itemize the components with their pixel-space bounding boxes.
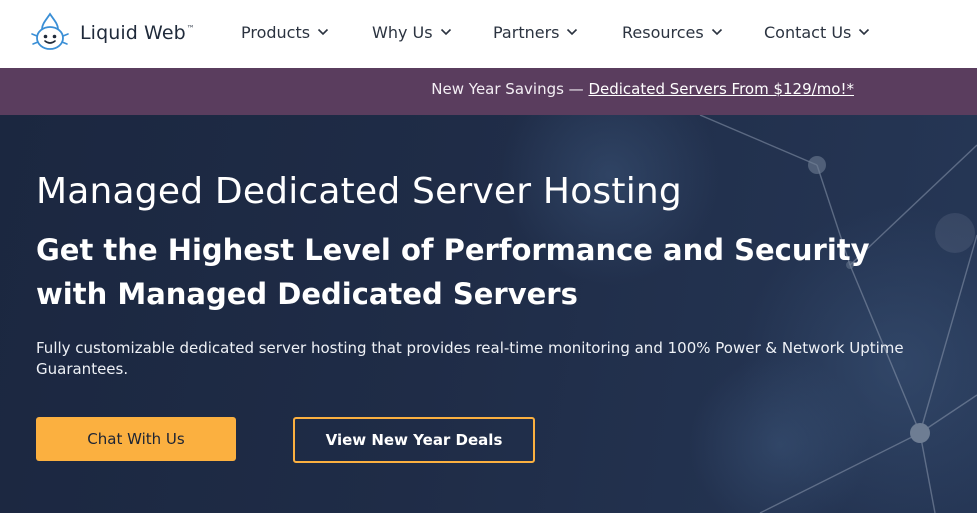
promo-link[interactable]: Dedicated Servers From $129/mo!* <box>588 80 854 98</box>
nav-item-contact-us[interactable]: Contact Us <box>764 21 870 43</box>
site-header: Liquid Web™ Products Why Us Partners Res… <box>0 0 977 68</box>
chevron-down-icon <box>440 28 451 36</box>
hero-description: Fully customizable dedicated server host… <box>36 339 904 378</box>
nav-item-label: Contact Us <box>764 22 852 42</box>
chat-with-us-button[interactable]: Chat With Us <box>36 417 236 461</box>
nav-item-label: Why Us <box>372 22 433 42</box>
nav-item-label: Resources <box>622 22 704 42</box>
main-nav: Products Why Us Partners Resources Conta… <box>0 0 977 68</box>
nav-item-resources[interactable]: Resources <box>622 21 723 43</box>
page: Liquid Web™ Products Why Us Partners Res… <box>0 0 977 513</box>
view-new-year-deals-button[interactable]: View New Year Deals <box>293 417 535 463</box>
promo-prefix: New Year Savings — <box>431 80 589 98</box>
hero-section: Managed Dedicated Server Hosting Get the… <box>0 115 977 513</box>
chevron-down-icon <box>318 28 329 36</box>
promo-bar: New Year Savings — Dedicated Servers Fro… <box>0 68 977 115</box>
nav-item-products[interactable]: Products <box>241 21 329 43</box>
nav-item-label: Products <box>241 22 311 42</box>
nav-item-partners[interactable]: Partners <box>493 21 578 43</box>
hero-title: Managed Dedicated Server Hosting <box>36 171 682 212</box>
nav-item-why-us[interactable]: Why Us <box>372 21 452 43</box>
chevron-down-icon <box>567 28 578 36</box>
chevron-down-icon <box>859 28 870 36</box>
promo-text: New Year Savings — Dedicated Servers Fro… <box>431 80 854 98</box>
nav-item-label: Partners <box>493 22 560 42</box>
hero-subtitle: Get the Highest Level of Performance and… <box>36 233 870 311</box>
chevron-down-icon <box>711 28 722 36</box>
